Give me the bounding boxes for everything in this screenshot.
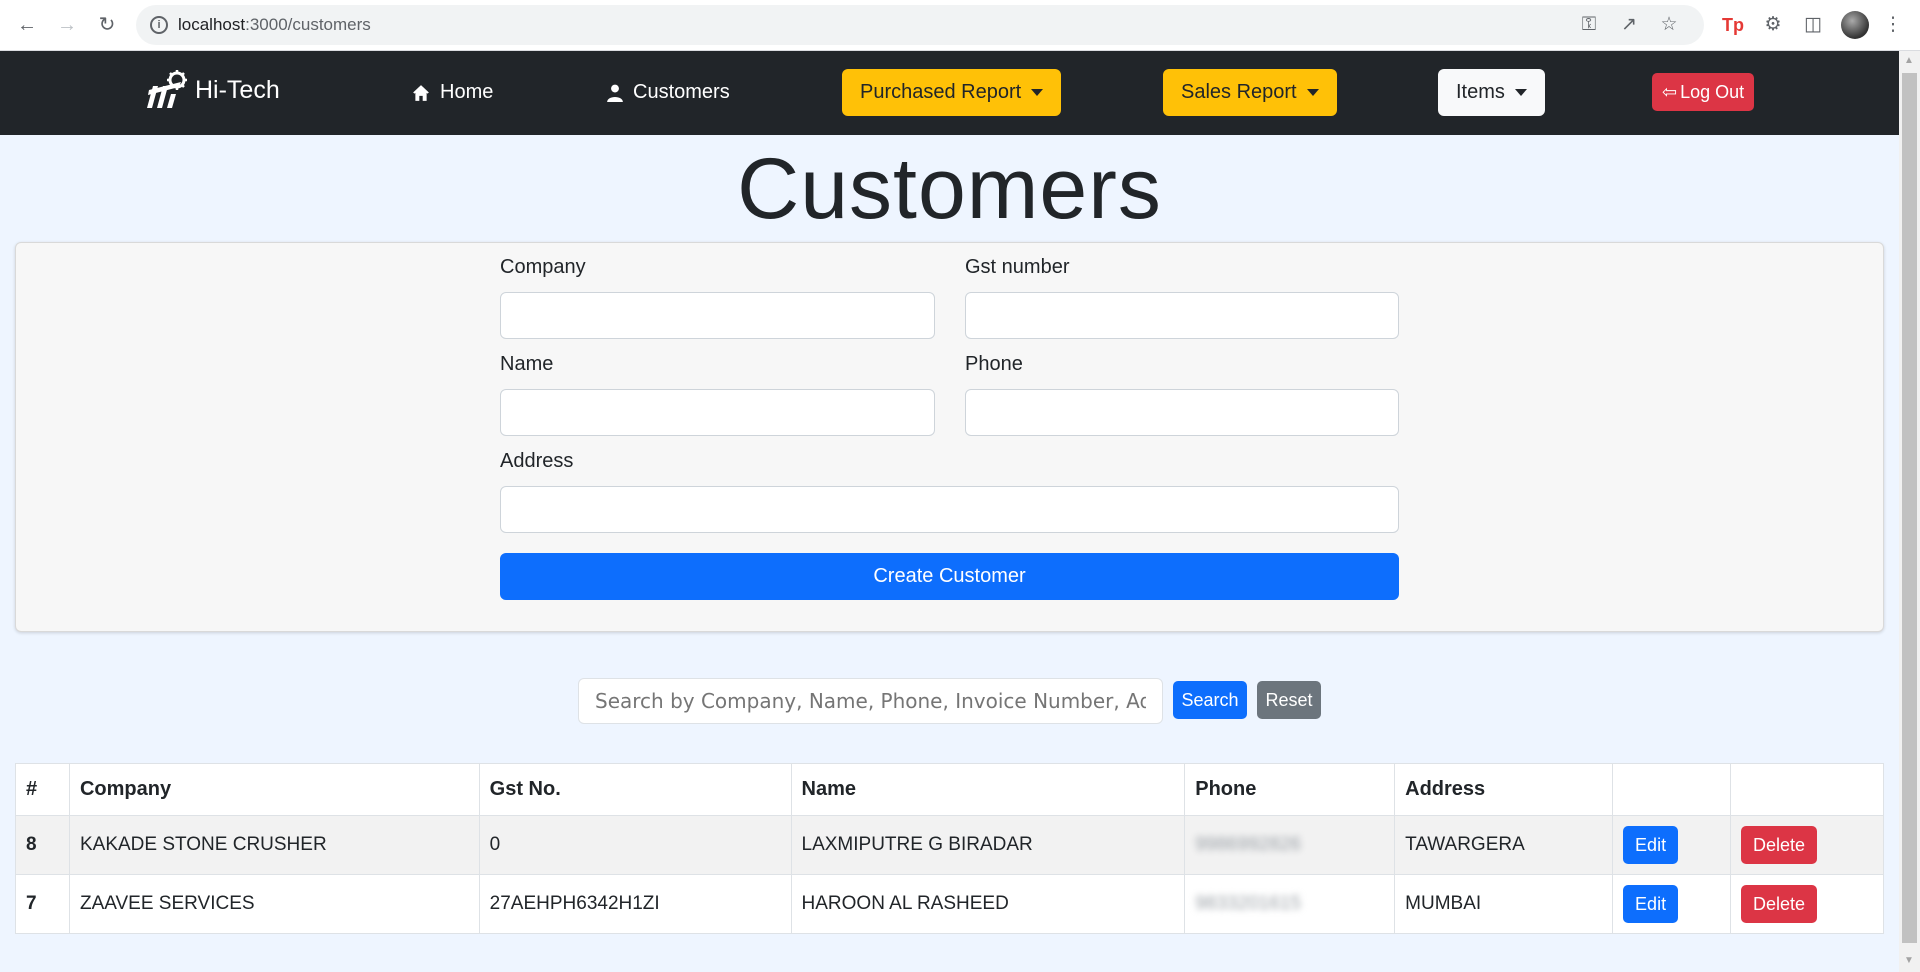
company-label: Company bbox=[500, 256, 586, 278]
items-dropdown[interactable]: Items bbox=[1438, 69, 1545, 116]
phone-label: Phone bbox=[965, 353, 1023, 375]
site-info-icon[interactable]: i bbox=[150, 16, 168, 34]
reload-icon[interactable]: ↻ bbox=[94, 12, 120, 38]
col-header-address: Address bbox=[1394, 763, 1614, 816]
caret-down-icon bbox=[1306, 89, 1319, 97]
caret-down-icon bbox=[1031, 89, 1044, 97]
cell-phone: 9986992826 bbox=[1184, 815, 1396, 875]
nav-customers-label: Customers bbox=[633, 81, 730, 103]
name-label: Name bbox=[500, 353, 554, 375]
cell-edit: Edit bbox=[1612, 874, 1731, 934]
col-header-phone: Phone bbox=[1184, 763, 1396, 816]
cell-name: LAXMIPUTRE G BIRADAR bbox=[790, 815, 1186, 875]
sales-report-label: Sales Report bbox=[1181, 81, 1297, 103]
top-navbar: Hi-Tech Home Customers Purchased Report … bbox=[0, 51, 1899, 135]
scroll-up-icon[interactable]: ▲ bbox=[1904, 55, 1914, 66]
scroll-down-icon[interactable]: ▼ bbox=[1904, 955, 1914, 966]
search-input[interactable] bbox=[578, 678, 1163, 724]
purchased-report-dropdown[interactable]: Purchased Report bbox=[842, 69, 1062, 116]
cell-address: MUMBAI bbox=[1394, 874, 1614, 934]
gst-input[interactable] bbox=[965, 292, 1399, 339]
col-header-number: # bbox=[15, 763, 70, 816]
table-row: 7 ZAAVEE SERVICES 27AEHPH6342H1ZI HAROON… bbox=[15, 874, 1884, 934]
address-label: Address bbox=[500, 450, 574, 472]
cell-number: 8 bbox=[15, 815, 70, 875]
col-header-edit bbox=[1612, 763, 1731, 816]
url-text[interactable]: localhost:3000/customers bbox=[178, 15, 371, 35]
scrollbar-thumb[interactable] bbox=[1902, 73, 1917, 943]
phone-value-redacted: 9986992826 bbox=[1195, 834, 1301, 855]
col-header-name: Name bbox=[790, 763, 1186, 816]
cell-phone: 9833201615 bbox=[1184, 874, 1396, 934]
logout-icon: ⇦ bbox=[1662, 82, 1678, 102]
page-scrollbar[interactable]: ▲ ▼ bbox=[1899, 51, 1920, 972]
sales-report-dropdown[interactable]: Sales Report bbox=[1163, 69, 1337, 116]
phone-value-redacted: 9833201615 bbox=[1195, 893, 1301, 914]
nav-home-label: Home bbox=[440, 81, 494, 103]
nav-home[interactable]: Home bbox=[412, 81, 493, 104]
logout-label: Log Out bbox=[1680, 82, 1745, 102]
person-icon bbox=[607, 84, 623, 102]
hitech-logo-icon bbox=[147, 70, 187, 108]
gst-label: Gst number bbox=[965, 256, 1070, 278]
purchased-report-label: Purchased Report bbox=[860, 81, 1022, 103]
cell-address: TAWARGERA bbox=[1394, 815, 1614, 875]
share-icon[interactable]: ↗ bbox=[1616, 12, 1642, 38]
customers-table: # Company Gst No. Name Phone Address 8 K… bbox=[15, 763, 1884, 934]
extensions-puzzle-icon[interactable]: ⚙ bbox=[1760, 12, 1786, 38]
cell-number: 7 bbox=[15, 874, 70, 934]
search-button[interactable]: Search bbox=[1173, 681, 1247, 719]
profile-avatar[interactable] bbox=[1841, 11, 1869, 39]
delete-button[interactable]: Delete bbox=[1741, 885, 1818, 923]
edit-button[interactable]: Edit bbox=[1623, 826, 1679, 864]
back-icon[interactable]: ← bbox=[14, 12, 40, 38]
caret-down-icon bbox=[1514, 89, 1527, 97]
table-header-row: # Company Gst No. Name Phone Address bbox=[15, 763, 1884, 816]
cell-gst: 27AEHPH6342H1ZI bbox=[478, 874, 792, 934]
phone-input[interactable] bbox=[965, 389, 1399, 436]
brand[interactable]: Hi-Tech bbox=[141, 68, 280, 112]
cell-delete: Delete bbox=[1730, 815, 1884, 875]
edit-button[interactable]: Edit bbox=[1623, 885, 1679, 923]
cell-name: HAROON AL RASHEED bbox=[790, 874, 1186, 934]
page-title: Customers bbox=[737, 141, 1162, 237]
cell-edit: Edit bbox=[1612, 815, 1731, 875]
cell-company: ZAAVEE SERVICES bbox=[68, 874, 480, 934]
menu-kebab-icon[interactable]: ⋮ bbox=[1880, 12, 1906, 38]
cell-gst: 0 bbox=[478, 815, 792, 875]
brand-name: Hi-Tech bbox=[195, 75, 280, 104]
create-customer-button[interactable]: Create Customer bbox=[500, 553, 1399, 600]
col-header-delete bbox=[1730, 763, 1884, 816]
cell-company: KAKADE STONE CRUSHER bbox=[68, 815, 480, 875]
side-panel-icon[interactable]: ◫ bbox=[1800, 12, 1826, 38]
logout-button[interactable]: ⇦ Log Out bbox=[1652, 73, 1755, 111]
reset-button[interactable]: Reset bbox=[1257, 681, 1321, 719]
extension-tp-icon[interactable]: Tp bbox=[1720, 12, 1746, 38]
key-icon[interactable]: ⚿ bbox=[1576, 12, 1602, 38]
cell-delete: Delete bbox=[1730, 874, 1884, 934]
bookmark-star-icon[interactable]: ☆ bbox=[1656, 12, 1682, 38]
address-bar[interactable]: i localhost:3000/customers ⚿ ↗ ☆ bbox=[136, 5, 1704, 45]
company-input[interactable] bbox=[500, 292, 935, 339]
table-row: 8 KAKADE STONE CRUSHER 0 LAXMIPUTRE G BI… bbox=[15, 815, 1884, 875]
col-header-company: Company bbox=[68, 763, 480, 816]
forward-icon[interactable]: → bbox=[54, 12, 80, 38]
address-input[interactable] bbox=[500, 486, 1399, 533]
nav-customers[interactable]: Customers bbox=[607, 81, 730, 104]
name-input[interactable] bbox=[500, 389, 935, 436]
items-label: Items bbox=[1456, 81, 1505, 103]
col-header-gst: Gst No. bbox=[478, 763, 792, 816]
home-icon bbox=[413, 84, 429, 101]
browser-toolbar: ← → ↻ i localhost:3000/customers ⚿ ↗ ☆ T… bbox=[0, 0, 1920, 51]
delete-button[interactable]: Delete bbox=[1741, 826, 1818, 864]
